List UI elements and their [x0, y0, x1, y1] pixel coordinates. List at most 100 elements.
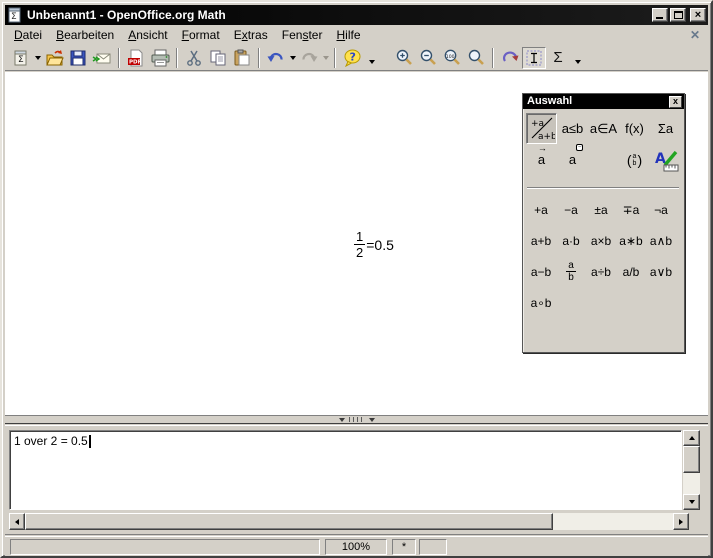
cut-button[interactable] [182, 47, 206, 69]
paste-button[interactable] [230, 47, 254, 69]
app-window: Σ Unbenannt1 - OpenOffice.org Math × Dat… [0, 0, 713, 558]
chevron-down-icon [575, 60, 581, 67]
symbol-¬a[interactable]: ¬a [646, 194, 676, 225]
palette-title-bar[interactable]: Auswahl x [523, 94, 684, 109]
category-set-operations[interactable]: a∈A [588, 113, 619, 144]
menu-hilfe[interactable]: Hilfe [329, 26, 367, 44]
menu-fenster[interactable]: Fenster [275, 26, 330, 44]
symbol-∓a[interactable]: ∓a [616, 194, 646, 225]
formula-cursor-button[interactable] [522, 47, 546, 69]
palette-category-grid: +aa+ba≤ba∈Af(x)Σa →aa··· (ab)A [526, 113, 682, 175]
copy-icon [209, 49, 227, 67]
formula-display: 1 2 =0.5 [354, 230, 394, 259]
minimize-button[interactable] [652, 8, 668, 22]
toolbar-overflow-button[interactable] [366, 46, 378, 70]
window-splitter[interactable] [5, 415, 708, 424]
scroll-down-button[interactable] [683, 494, 700, 510]
symbol-a·b[interactable]: a·b [556, 225, 586, 256]
scroll-track[interactable] [553, 513, 673, 530]
symbol-a+b[interactable]: a+b [526, 225, 556, 256]
toolbar-separator [492, 48, 494, 68]
symbol-−a[interactable]: −a [556, 194, 586, 225]
horizontal-scrollbar[interactable] [9, 513, 689, 530]
zoom-in-button[interactable] [392, 47, 416, 69]
menu-datei[interactable]: Datei [7, 26, 49, 44]
arrow-right-icon [679, 519, 686, 525]
symbol-+a[interactable]: +a [526, 194, 556, 225]
horizontal-scroll-thumb[interactable] [25, 513, 553, 530]
menu-format[interactable]: Format [175, 26, 227, 44]
new-document-dropdown[interactable] [33, 47, 42, 69]
zoom-out-button[interactable] [416, 47, 440, 69]
email-button[interactable] [90, 47, 114, 69]
undo-button[interactable] [264, 47, 288, 69]
category-operators[interactable]: Σa [650, 113, 681, 144]
menu-bearbeiten[interactable]: Bearbeiten [49, 26, 121, 44]
symbol-a∗b[interactable]: a∗b [616, 225, 646, 256]
zoom-button[interactable] [464, 47, 488, 69]
chevron-down-icon [369, 60, 375, 67]
category-functions[interactable]: f(x) [619, 113, 650, 144]
app-icon: Σ [7, 7, 23, 23]
new-document-button[interactable]: Σ [9, 47, 33, 69]
palette-close-button[interactable]: x [669, 96, 682, 108]
scroll-left-button[interactable] [9, 513, 25, 530]
refresh-button[interactable] [498, 47, 522, 69]
category-brackets[interactable]: (ab) [619, 144, 650, 175]
help-button[interactable]: ? [340, 47, 364, 69]
symbol-±a[interactable]: ±a [586, 194, 616, 225]
document-close-icon[interactable]: ✕ [690, 28, 700, 42]
redo-dropdown[interactable] [321, 47, 330, 69]
export-pdf-button[interactable]: PDF [124, 47, 148, 69]
svg-text:?: ? [349, 50, 355, 63]
svg-text:Σ: Σ [18, 55, 24, 65]
menu-ansicht[interactable]: Ansicht [121, 26, 174, 44]
symbol-a×b[interactable]: a×b [586, 225, 616, 256]
category-attributes[interactable]: →a [526, 144, 557, 175]
vertical-scrollbar[interactable] [683, 430, 700, 510]
symbol-fraction[interactable]: ab [556, 256, 586, 287]
symbol-a∘b[interactable]: a∘b [526, 287, 556, 318]
symbol-a÷b[interactable]: a÷b [586, 256, 616, 287]
vertical-scroll-thumb[interactable] [683, 446, 700, 473]
toolbar-separator [118, 48, 120, 68]
zoom-100-icon: 100 [442, 48, 463, 67]
document-area[interactable]: 1 2 =0.5 Auswahl x +aa+ba≤ba∈Af(x)Σa→aa·… [5, 72, 708, 415]
print-icon [151, 49, 170, 67]
print-button[interactable] [148, 47, 172, 69]
save-button[interactable] [66, 47, 90, 69]
scroll-up-button[interactable] [683, 430, 700, 446]
symbol-a∧b[interactable]: a∧b [646, 225, 676, 256]
window-title: Unbenannt1 - OpenOffice.org Math [27, 8, 648, 22]
undo-dropdown[interactable] [288, 47, 297, 69]
category-relations[interactable]: a≤b [557, 113, 588, 144]
redo-button[interactable] [297, 47, 321, 69]
main-toolbar: Σ [5, 45, 708, 71]
formula-cursor-icon [525, 49, 543, 67]
symbols-button[interactable]: Σ [546, 47, 570, 69]
scroll-right-button[interactable] [673, 513, 689, 530]
command-editor[interactable]: 1 over 2 = 0.5 [9, 430, 682, 510]
title-bar: Σ Unbenannt1 - OpenOffice.org Math × [5, 5, 708, 25]
copy-button[interactable] [206, 47, 230, 69]
zoom-in-icon [395, 48, 414, 67]
new-document-icon: Σ [12, 49, 30, 67]
open-button[interactable] [42, 47, 66, 69]
symbol-a−b[interactable]: a−b [526, 256, 556, 287]
text-cursor [89, 435, 91, 448]
zoom-100-button[interactable]: 100 [440, 47, 464, 69]
symbol-a∨b[interactable]: a∨b [646, 256, 676, 287]
status-zoom[interactable]: 100% [325, 539, 387, 555]
category-formats[interactable]: A [650, 144, 681, 175]
symbol-a/b[interactable]: a/b [616, 256, 646, 287]
close-button[interactable]: × [690, 8, 706, 22]
category-others[interactable]: a··· [557, 144, 588, 175]
menu-extras[interactable]: Extras [227, 26, 275, 44]
command-text: 1 over 2 = 0.5 [14, 434, 88, 448]
toolbar-overflow-button[interactable] [572, 46, 584, 70]
maximize-button[interactable] [670, 8, 686, 22]
category-unary-binary-operators[interactable]: +aa+b [526, 113, 557, 144]
toolbar-separator [258, 48, 260, 68]
toolbar-separator [334, 48, 336, 68]
scroll-track[interactable] [683, 473, 700, 494]
